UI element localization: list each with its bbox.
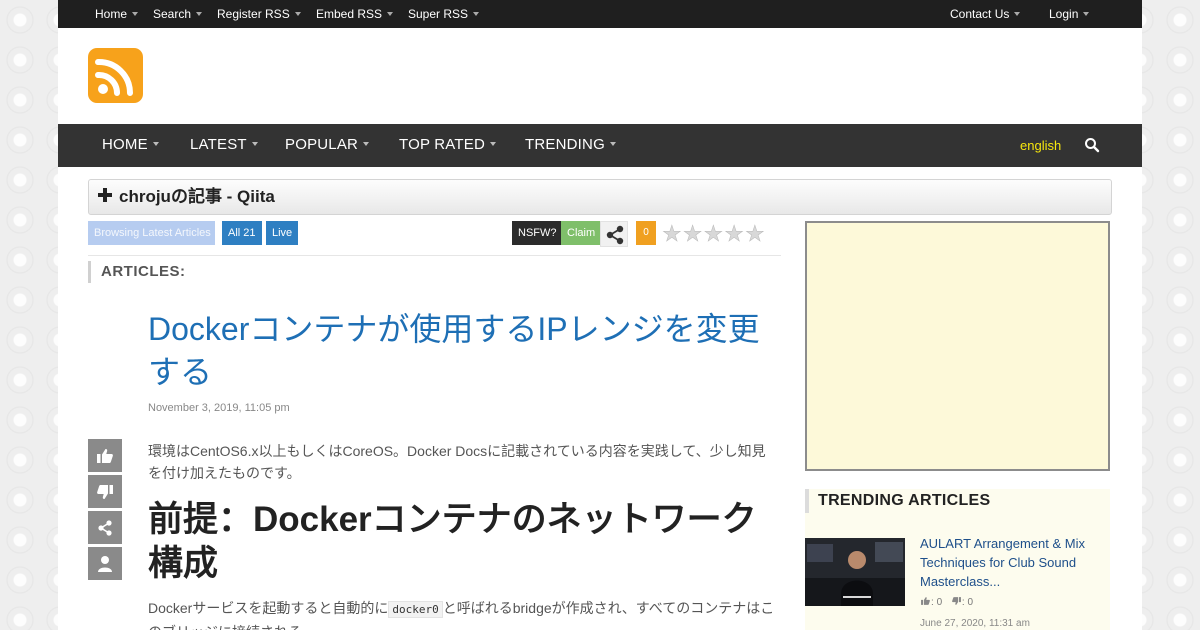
- ad-placeholder: [805, 221, 1110, 471]
- chevron-down-icon: [251, 142, 258, 147]
- star-icon[interactable]: ★: [662, 222, 682, 245]
- chevron-down-icon: [1083, 11, 1090, 16]
- top-nav-super-rss[interactable]: Super RSS: [408, 0, 480, 28]
- chevron-down-icon: [132, 11, 139, 16]
- main-nav-popular[interactable]: POPULAR: [285, 124, 370, 167]
- article-body-text: Dockerサービスを起動すると自動的に: [148, 600, 389, 616]
- plus-icon[interactable]: [98, 188, 112, 202]
- chevron-down-icon: [196, 11, 203, 16]
- live-badge[interactable]: Live: [266, 221, 299, 245]
- chevron-down-icon: [294, 11, 301, 16]
- browsing-latest-badge[interactable]: Browsing Latest Articles: [88, 221, 215, 245]
- user-icon: [98, 556, 112, 572]
- inline-code: docker0: [388, 601, 443, 618]
- top-nav-login[interactable]: Login: [1049, 0, 1090, 28]
- top-nav-contact[interactable]: Contact Us: [950, 0, 1021, 28]
- divider: [88, 255, 781, 256]
- top-nav-super-rss-label: Super RSS: [408, 7, 469, 21]
- site-logo[interactable]: [88, 48, 143, 103]
- trending-article-link[interactable]: AULART Arrangement & Mix Techniques for …: [920, 534, 1110, 591]
- feed-title-bar: chrojuの記事 - Qiita: [88, 179, 1112, 215]
- articles-heading: ARTICLES:: [88, 261, 186, 283]
- top-nav-register-rss-label: Register RSS: [217, 7, 290, 21]
- video-thumbnail-image: [805, 538, 905, 606]
- star-icon[interactable]: ★: [682, 222, 702, 245]
- article-share-button[interactable]: [88, 511, 122, 544]
- chevron-down-icon: [152, 142, 159, 147]
- top-nav-embed-rss[interactable]: Embed RSS: [316, 0, 394, 28]
- feed-title[interactable]: chrojuの記事 - Qiita: [119, 180, 275, 213]
- main-nav-latest[interactable]: LATEST: [190, 124, 258, 167]
- main-nav-top-rated[interactable]: TOP RATED: [399, 124, 496, 167]
- like-button[interactable]: [88, 439, 122, 472]
- language-selector[interactable]: english: [1020, 124, 1061, 167]
- thumbs-up-icon: [97, 449, 113, 463]
- dislike-button[interactable]: [88, 475, 122, 508]
- trending-article-date: June 27, 2020, 11:31 am: [920, 618, 1030, 629]
- rss-icon: [95, 58, 133, 96]
- trending-heading: TRENDING ARTICLES: [805, 489, 991, 513]
- rating-stars[interactable]: ★★★★★: [662, 222, 766, 245]
- main-nav-top-rated-label: TOP RATED: [399, 136, 485, 153]
- top-nav-login-label: Login: [1049, 7, 1079, 21]
- nsfw-button[interactable]: NSFW?: [512, 221, 563, 245]
- article-heading: 前提：Dockerコンテナのネットワーク構成: [148, 500, 757, 583]
- author-button[interactable]: [88, 547, 122, 580]
- main-nav-home[interactable]: HOME: [102, 124, 159, 167]
- thumbs-down-icon: [97, 485, 113, 499]
- top-nav: Home Search Register RSS Embed RSS Super…: [58, 0, 1142, 28]
- chevron-down-icon: [1014, 11, 1021, 16]
- chevron-down-icon: [363, 142, 370, 147]
- star-icon[interactable]: ★: [703, 222, 723, 245]
- chevron-down-icon: [490, 142, 496, 147]
- search-icon[interactable]: [1084, 137, 1100, 153]
- article-date: November 3, 2019, 11:05 pm: [148, 402, 290, 414]
- main-nav-trending-label: TRENDING: [525, 136, 605, 153]
- top-nav-embed-rss-label: Embed RSS: [316, 7, 383, 21]
- chevron-down-icon: [609, 142, 616, 147]
- claim-button[interactable]: Claim: [561, 221, 602, 245]
- star-icon[interactable]: ★: [724, 222, 744, 245]
- article-title-link[interactable]: Dockerコンテナが使用するIPレンジを変更する: [148, 308, 778, 394]
- star-icon[interactable]: ★: [745, 222, 765, 245]
- main-nav-home-label: HOME: [102, 136, 148, 153]
- share-icon: [98, 520, 112, 536]
- chevron-down-icon: [387, 11, 394, 16]
- trending-dislikes: 0: [967, 597, 974, 608]
- all-articles-badge[interactable]: All 21: [222, 221, 262, 245]
- top-nav-home[interactable]: Home: [95, 0, 139, 28]
- top-nav-contact-label: Contact Us: [950, 7, 1010, 21]
- main-nav-popular-label: POPULAR: [285, 136, 359, 153]
- rating-count-badge: 0: [636, 221, 656, 245]
- top-nav-search[interactable]: Search: [153, 0, 203, 28]
- top-nav-search-label: Search: [153, 7, 192, 21]
- share-icon: [606, 225, 624, 245]
- top-nav-home-label: Home: [95, 7, 128, 21]
- main-nav: HOME LATEST POPULAR TOP RATED TRENDING e…: [58, 124, 1142, 167]
- thumbs-down-icon: [952, 597, 961, 605]
- main-nav-latest-label: LATEST: [190, 136, 247, 153]
- trending-article-votes: : 0 : 0: [920, 596, 973, 608]
- article-body: Dockerサービスを起動すると自動的に docker0 と呼ばれるbridgeが作…: [148, 597, 778, 630]
- share-button[interactable]: [600, 221, 628, 247]
- top-nav-register-rss[interactable]: Register RSS: [217, 0, 301, 28]
- trending-likes: 0: [936, 597, 943, 608]
- page-wrapper: Home Search Register RSS Embed RSS Super…: [58, 0, 1142, 630]
- chevron-down-icon: [473, 11, 480, 16]
- trending-thumbnail[interactable]: [805, 538, 905, 606]
- thumbs-up-icon: [921, 597, 930, 605]
- main-nav-trending[interactable]: TRENDING: [525, 124, 616, 167]
- article-intro: 環境はCentOS6.x以上もしくはCoreOS。Docker Docsに記載さ…: [148, 443, 766, 481]
